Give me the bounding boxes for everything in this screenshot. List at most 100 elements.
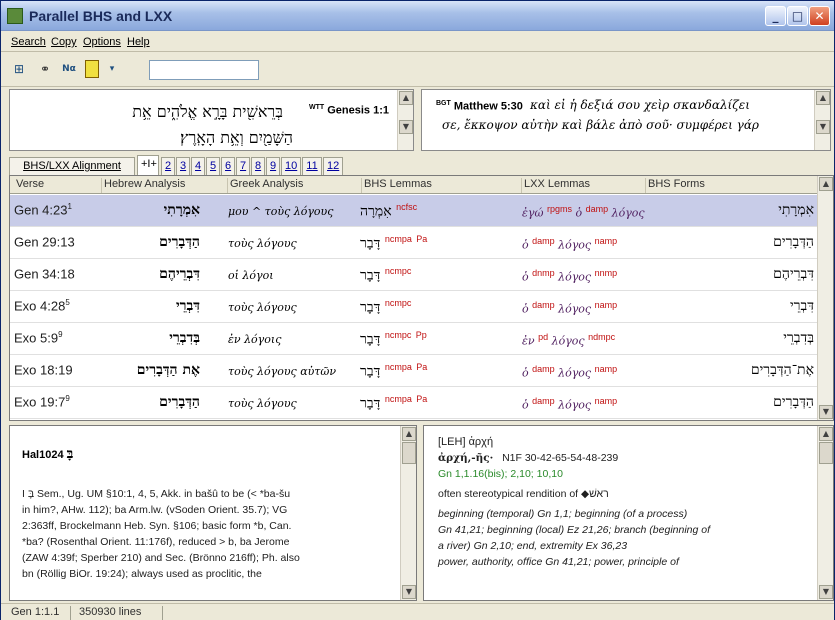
cell-greek-analysis: οἱ λόγοι bbox=[228, 269, 274, 282]
leh-line: a river) Gn 2,10; end, extremity Ex 36,2… bbox=[438, 540, 628, 552]
tab-12[interactable]: 12 bbox=[323, 157, 343, 175]
tab-3[interactable]: 3 bbox=[176, 157, 190, 175]
tab-11[interactable]: 11 bbox=[302, 157, 322, 175]
cell-bhs-lemma: דָּבָר ncmpa Pa bbox=[360, 234, 428, 252]
cell-greek-analysis: τοὺς λόγους bbox=[228, 397, 297, 410]
scroll-up-icon[interactable]: ▲ bbox=[819, 427, 833, 441]
greek-verse-line2: σε, ἔκκοψον αὐτὴν καὶ βάλε ἀπὸ σοῦ· συμφ… bbox=[442, 118, 759, 132]
hal-scrollbar[interactable]: ▲ ▼ bbox=[400, 426, 416, 600]
leh-lexicon-pane[interactable]: [LEH] ἀρχή ἀρχή,-ῆς· N1F 30-42-65-54-48-… bbox=[423, 425, 834, 601]
minimize-button[interactable]: _ bbox=[765, 6, 786, 26]
menu-options[interactable]: Options bbox=[83, 36, 121, 48]
tab-plus[interactable]: +I+ bbox=[137, 155, 159, 175]
tab-10[interactable]: 10 bbox=[281, 157, 301, 175]
status-lines: 350930 lines bbox=[73, 606, 163, 620]
greek-verse-pane[interactable]: BGT Matthew 5:30 καὶ εἰ ἡ δεξιά σου χεὶρ… bbox=[421, 89, 831, 151]
table-row[interactable]: Exo 4:285 דִּבְרֵי τοὺς λόγους דָּבָר ncmpc… bbox=[10, 291, 818, 323]
search-nt-icon[interactable]: Nα bbox=[59, 60, 79, 78]
scroll-up-icon[interactable]: ▲ bbox=[399, 91, 413, 105]
cell-verse: Gen 4:231 bbox=[14, 202, 72, 218]
status-bar: Gen 1:1.1 350930 lines bbox=[1, 603, 834, 620]
leh-scrollbar[interactable]: ▲ ▼ bbox=[817, 426, 833, 600]
scroll-down-icon[interactable]: ▼ bbox=[816, 120, 830, 134]
cell-hebrew-analysis: בְּדִבְרֵי bbox=[169, 330, 200, 346]
hebrew-verse-line1: בְּרֵאשִׁ֖ית בָּרָ֣א אֱלֹהִ֑ים אֵ֥ת bbox=[132, 102, 283, 121]
greek-verse-line1: καὶ εἰ ἡ δεξιά σου χεὶρ σκανδαλίζει bbox=[530, 98, 750, 112]
tab-9[interactable]: 9 bbox=[266, 157, 280, 175]
hebrew-verse-scrollbar[interactable]: ▲ ▼ bbox=[397, 90, 413, 150]
col-verse[interactable]: Verse bbox=[14, 178, 102, 193]
highlighter-icon[interactable] bbox=[85, 60, 99, 78]
scroll-up-icon[interactable]: ▲ bbox=[402, 427, 416, 441]
greek-verse-scrollbar[interactable]: ▲ ▼ bbox=[814, 90, 830, 150]
tab-6[interactable]: 6 bbox=[221, 157, 235, 175]
scroll-up-icon[interactable]: ▲ bbox=[816, 91, 830, 105]
scroll-down-icon[interactable]: ▼ bbox=[399, 120, 413, 134]
col-greek-analysis[interactable]: Greek Analysis bbox=[228, 178, 362, 193]
hal-line: *ba? (Rosenthal Orient. 11:176f), reduce… bbox=[22, 536, 290, 548]
table-row[interactable]: Gen 34:18 דִּבְרֵיהֶם οἱ λόγοι דָּבָר ncmpc… bbox=[10, 259, 818, 291]
menu-help[interactable]: Help bbox=[127, 36, 150, 48]
grid-header: Verse Hebrew Analysis Greek Analysis BHS… bbox=[10, 176, 818, 194]
alignment-grid[interactable]: Verse Hebrew Analysis Greek Analysis BHS… bbox=[9, 175, 834, 421]
cell-bhs-lemma: דָּבָר ncmpc bbox=[360, 298, 412, 316]
window-title: Parallel BHS and LXX bbox=[29, 8, 173, 24]
scroll-thumb[interactable] bbox=[402, 442, 416, 464]
menu-copy[interactable]: Copy bbox=[51, 36, 77, 48]
hal-lexicon-pane[interactable]: Hal1024 בָּ I בָּ Sem., Ug. UM §10:1, 4,… bbox=[9, 425, 417, 601]
leh-head: [LEH] ἀρχή bbox=[438, 436, 494, 448]
cell-bhs-lemma: דָּבָר ncmpc Pp bbox=[360, 330, 427, 348]
cell-bhs-form: בְּדִבְרֵי bbox=[783, 330, 814, 346]
scroll-down-icon[interactable]: ▼ bbox=[819, 405, 833, 419]
layout-icon[interactable]: ⊞ bbox=[9, 60, 29, 78]
tab-8[interactable]: 8 bbox=[251, 157, 265, 175]
tab-alignment[interactable]: BHS/LXX Alignment bbox=[9, 157, 135, 175]
maximize-button[interactable]: □ bbox=[787, 6, 808, 26]
col-bhs-lemmas[interactable]: BHS Lemmas bbox=[362, 178, 522, 193]
cell-lxx-lemma: ὁ damp λόγος namp bbox=[522, 236, 618, 252]
leh-line: beginning (temporal) Gn 1,1; beginning (… bbox=[438, 508, 688, 520]
cell-bhs-lemma: דָּבָר ncmpa Pa bbox=[360, 362, 428, 380]
leh-refs: Gn 1,1.16(bis); 2,10; 10,10 bbox=[438, 468, 563, 480]
search-input[interactable] bbox=[149, 60, 259, 80]
col-bhs-forms[interactable]: BHS Forms bbox=[646, 178, 818, 193]
table-row[interactable]: Exo 18:19 אֶת הַדְּבָרִים τοὺς λόγους αὐτῶ… bbox=[10, 355, 818, 387]
cell-bhs-form: אֶת־הַדְּבָרִים bbox=[750, 362, 814, 378]
hebrew-verse-pane[interactable]: בְּרֵאשִׁ֖ית בָּרָ֣א אֱלֹהִ֑ים אֵ֥ת WTT … bbox=[9, 89, 414, 151]
tab-7[interactable]: 7 bbox=[236, 157, 250, 175]
status-ref: Gen 1:1.1 bbox=[5, 606, 71, 620]
hebrew-verse-ref: WTT Genesis 1:1 bbox=[309, 104, 389, 117]
col-lxx-lemmas[interactable]: LXX Lemmas bbox=[522, 178, 646, 193]
menu-search[interactable]: Search bbox=[11, 36, 46, 48]
close-button[interactable]: ✕ bbox=[809, 6, 830, 26]
cell-hebrew-analysis: הַדְּבָרִים bbox=[159, 394, 200, 410]
table-row[interactable]: Exo 5:99 בְּדִבְרֵי ἐν λόγοις דָּבָר ncmpc … bbox=[10, 323, 818, 355]
cell-hebrew-analysis: הַדְּבָרִים bbox=[159, 234, 200, 250]
table-row[interactable]: Gen 4:231 אִמְרָתִי μου ^ τοὺς λόγους אִמְר… bbox=[10, 195, 818, 227]
scroll-down-icon[interactable]: ▼ bbox=[402, 585, 416, 599]
cell-greek-analysis: τοὺς λόγους αὐτῶν bbox=[228, 365, 337, 378]
table-row[interactable]: Exo 19:79 הַדְּבָרִים τοὺς λόγους דָּבָר nc… bbox=[10, 387, 818, 419]
leh-line: often stereotypical rendition of ◆ראשׁ bbox=[438, 488, 609, 500]
scroll-down-icon[interactable]: ▼ bbox=[819, 585, 833, 599]
tab-2[interactable]: 2 bbox=[161, 157, 175, 175]
hal-entry-id: Hal1024 בָּ bbox=[22, 446, 74, 462]
table-row[interactable]: Gen 29:13 הַדְּבָרִים τοὺς λόγους דָּבָר nc… bbox=[10, 227, 818, 259]
tab-5[interactable]: 5 bbox=[206, 157, 220, 175]
scroll-up-icon[interactable]: ▲ bbox=[819, 177, 833, 191]
cell-hebrew-analysis: אִמְרָתִי bbox=[163, 202, 200, 218]
cell-greek-analysis: τοὺς λόγους bbox=[228, 301, 297, 314]
scroll-thumb[interactable] bbox=[819, 442, 833, 464]
cell-hebrew-analysis: אֶת הַדְּבָרִים bbox=[136, 362, 200, 378]
cell-lxx-lemma: ὁ damp λόγος namp bbox=[522, 396, 618, 412]
cell-bhs-form: הַדְּבָרִים bbox=[773, 234, 814, 250]
cell-lxx-lemma: ἐγώ rpgms ὁ damp λόγος bbox=[522, 204, 645, 220]
tab-4[interactable]: 4 bbox=[191, 157, 205, 175]
app-window: Parallel BHS and LXX _ □ ✕ Search Copy O… bbox=[0, 0, 835, 620]
cell-hebrew-analysis: דִּבְרֵיהֶם bbox=[159, 266, 200, 282]
col-hebrew-analysis[interactable]: Hebrew Analysis bbox=[102, 178, 228, 193]
grid-scrollbar[interactable]: ▲ ▼ bbox=[817, 176, 833, 420]
title-bar[interactable]: Parallel BHS and LXX _ □ ✕ bbox=[1, 1, 834, 31]
binoculars-icon[interactable]: ⚭ bbox=[35, 60, 55, 78]
dropdown-icon[interactable]: ▾ bbox=[105, 60, 119, 78]
